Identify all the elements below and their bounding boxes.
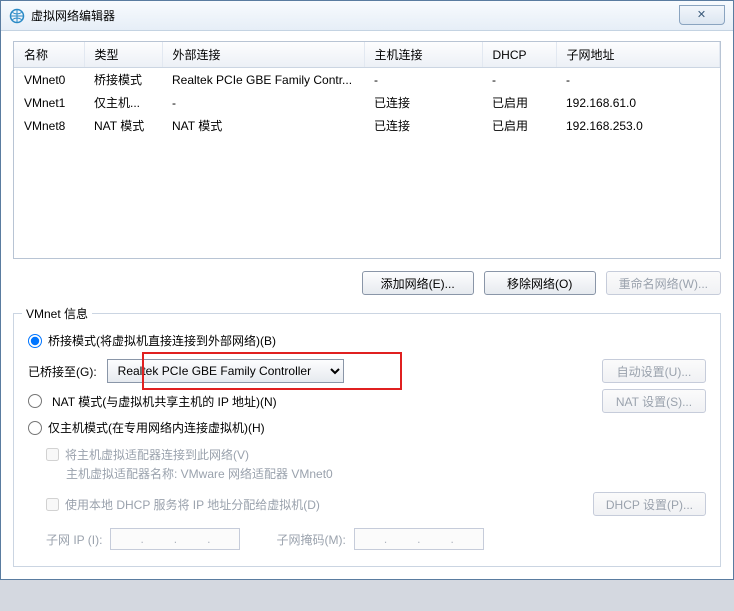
nat-settings-button: NAT 设置(S)...	[602, 389, 706, 413]
hostonly-radio[interactable]	[28, 421, 42, 435]
bridge-adapter-wrap: Realtek PCIe GBE Family Controller	[107, 359, 345, 383]
cell-subnet: 192.168.253.0	[556, 114, 720, 137]
cell-type: 仅主机...	[84, 91, 162, 114]
table-row[interactable]: VMnet0桥接模式Realtek PCIe GBE Family Contr.…	[14, 68, 720, 92]
col-ext: 外部连接	[162, 42, 364, 68]
cell-dhcp: -	[482, 68, 556, 92]
nat-radio[interactable]	[28, 394, 42, 408]
virtual-network-editor-window: 虚拟网络编辑器 ✕ 名称 类型 外部连接 主机连接 DHCP 子网地址 VMne…	[0, 0, 734, 580]
cell-subnet: -	[556, 68, 720, 92]
cell-host: -	[364, 68, 482, 92]
subnet-ip-label: 子网 IP (I):	[46, 531, 102, 548]
subnet-ip-field: . . .	[110, 528, 240, 550]
dhcp-settings-button: DHCP 设置(P)...	[593, 492, 706, 516]
ip-octet	[145, 531, 173, 547]
hostonly-mode-row: 仅主机模式(在专用网络内连接虚拟机)(H)	[28, 419, 706, 436]
bridge-to-row: 已桥接至(G): Realtek PCIe GBE Family Control…	[28, 359, 706, 383]
ip-octet	[455, 531, 483, 547]
ip-octet	[388, 531, 416, 547]
col-host: 主机连接	[364, 42, 482, 68]
rename-network-button: 重命名网络(W)...	[606, 271, 721, 295]
col-dhcp: DHCP	[482, 42, 556, 68]
cell-name: VMnet8	[14, 114, 84, 137]
vmnet-info-group: VMnet 信息 桥接模式(将虚拟机直接连接到外部网络)(B) 已桥接至(G):…	[13, 313, 721, 567]
host-adapter-note: 主机虚拟适配器名称: VMware 网络适配器 VMnet0	[66, 465, 706, 482]
bridge-adapter-select[interactable]: Realtek PCIe GBE Family Controller	[107, 359, 345, 383]
cell-subnet: 192.168.61.0	[556, 91, 720, 114]
ip-octet	[178, 531, 206, 547]
ip-octet	[422, 531, 450, 547]
connect-host-row: 将主机虚拟适配器连接到此网络(V)	[46, 446, 706, 463]
cell-host: 已连接	[364, 114, 482, 137]
cell-ext: Realtek PCIe GBE Family Contr...	[162, 68, 364, 92]
col-type: 类型	[84, 42, 162, 68]
cell-dhcp: 已启用	[482, 91, 556, 114]
table-actions: 添加网络(E)... 移除网络(O) 重命名网络(W)...	[13, 271, 721, 295]
cell-ext: -	[162, 91, 364, 114]
content-area: 名称 类型 外部连接 主机连接 DHCP 子网地址 VMnet0桥接模式Real…	[1, 31, 733, 567]
auto-settings-button: 自动设置(U)...	[602, 359, 706, 383]
connect-host-label: 将主机虚拟适配器连接到此网络(V)	[65, 446, 249, 463]
cell-type: 桥接模式	[84, 68, 162, 92]
ip-octet	[355, 531, 383, 547]
bridge-to-label: 已桥接至(G):	[28, 363, 97, 380]
connect-host-checkbox	[46, 448, 59, 461]
bridge-radio[interactable]	[28, 334, 42, 348]
app-icon	[9, 8, 25, 24]
hostonly-radio-label: 仅主机模式(在专用网络内连接虚拟机)(H)	[48, 419, 265, 436]
cell-ext: NAT 模式	[162, 114, 364, 137]
subnet-mask-field: . . .	[354, 528, 484, 550]
bridge-mode-row: 桥接模式(将虚拟机直接连接到外部网络)(B)	[28, 332, 706, 349]
nat-mode-row: NAT 模式(与虚拟机共享主机的 IP 地址)(N) NAT 设置(S)...	[28, 389, 706, 413]
col-subnet: 子网地址	[556, 42, 720, 68]
close-icon: ✕	[697, 8, 707, 21]
cell-type: NAT 模式	[84, 114, 162, 137]
nat-radio-label: NAT 模式(与虚拟机共享主机的 IP 地址)(N)	[52, 393, 277, 410]
network-table[interactable]: 名称 类型 外部连接 主机连接 DHCP 子网地址 VMnet0桥接模式Real…	[13, 41, 721, 259]
ip-octet	[211, 531, 239, 547]
dhcp-checkbox	[46, 498, 59, 511]
table-row[interactable]: VMnet1仅主机...-已连接已启用192.168.61.0	[14, 91, 720, 114]
titlebar: 虚拟网络编辑器 ✕	[1, 1, 733, 31]
col-name: 名称	[14, 42, 84, 68]
subnet-mask-label: 子网掩码(M):	[276, 531, 345, 548]
subnet-row: 子网 IP (I): . . . 子网掩码(M): . . .	[46, 528, 706, 550]
dhcp-label: 使用本地 DHCP 服务将 IP 地址分配给虚拟机(D)	[65, 496, 320, 513]
table-row[interactable]: VMnet8NAT 模式NAT 模式已连接已启用192.168.253.0	[14, 114, 720, 137]
bridge-radio-label: 桥接模式(将虚拟机直接连接到外部网络)(B)	[48, 332, 276, 349]
add-network-button[interactable]: 添加网络(E)...	[362, 271, 474, 295]
window-title: 虚拟网络编辑器	[31, 7, 679, 24]
table-header-row: 名称 类型 外部连接 主机连接 DHCP 子网地址	[14, 42, 720, 68]
cell-host: 已连接	[364, 91, 482, 114]
vmnet-info-legend: VMnet 信息	[22, 305, 92, 322]
ip-octet	[111, 531, 139, 547]
cell-name: VMnet1	[14, 91, 84, 114]
dhcp-row: 使用本地 DHCP 服务将 IP 地址分配给虚拟机(D) DHCP 设置(P).…	[46, 492, 706, 516]
cell-dhcp: 已启用	[482, 114, 556, 137]
cell-name: VMnet0	[14, 68, 84, 92]
close-button[interactable]: ✕	[679, 5, 725, 25]
remove-network-button[interactable]: 移除网络(O)	[484, 271, 596, 295]
